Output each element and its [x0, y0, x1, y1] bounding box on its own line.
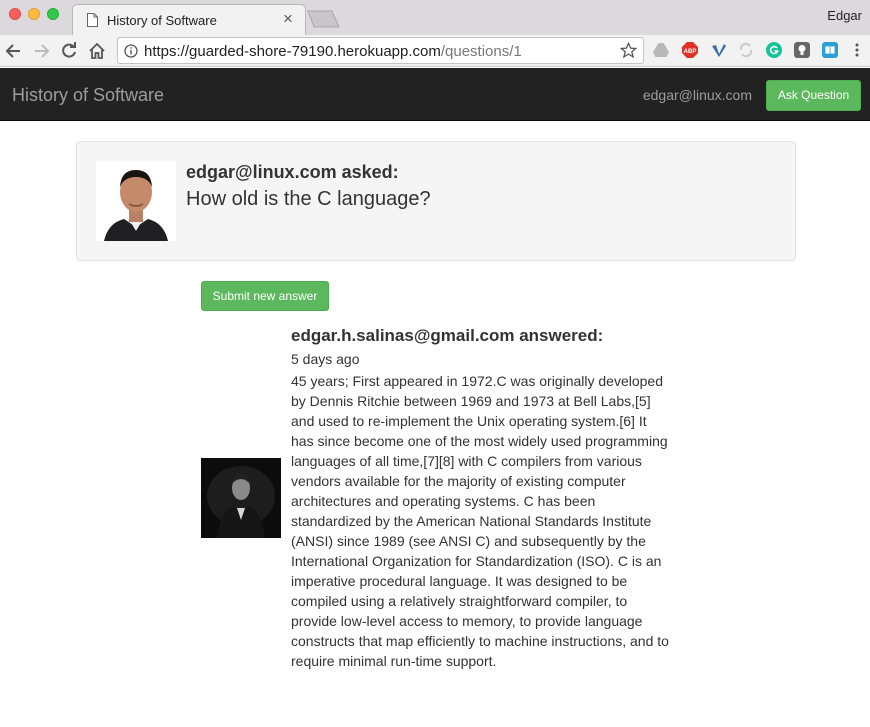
bulb-extension-icon[interactable] [794, 42, 810, 58]
new-tab-button[interactable] [306, 10, 340, 28]
page-icon [87, 13, 98, 27]
address-bar[interactable]: https://guarded-shore-79190.herokuapp.co… [117, 37, 644, 64]
window-minimize-button[interactable] [28, 8, 40, 20]
url-path: /questions/1 [440, 43, 522, 60]
ask-question-button[interactable]: Ask Question [766, 80, 861, 111]
answerer-name: edgar.h.salinas@gmail.com answered: [291, 326, 604, 345]
tab-close-icon[interactable]: × [283, 10, 293, 28]
browser-toolbar: https://guarded-shore-79190.herokuapp.co… [0, 35, 870, 67]
profile-name[interactable]: Edgar [827, 8, 862, 23]
app-navbar: History of Software edgar@linux.com Ask … [0, 68, 870, 121]
forward-icon[interactable] [31, 41, 51, 61]
answerer-avatar [201, 458, 281, 538]
question-panel: edgar@linux.com asked: How old is the C … [76, 141, 796, 261]
vimeo-extension-icon[interactable] [711, 42, 727, 58]
bookmark-star-icon[interactable] [620, 42, 637, 59]
question-text: How old is the C language? [186, 188, 431, 210]
back-icon[interactable] [4, 41, 24, 61]
answer-body: 45 years; First appeared in 1972.C was o… [291, 373, 669, 669]
brand-link[interactable]: History of Software [12, 85, 164, 106]
current-user-email[interactable]: edgar@linux.com [643, 87, 752, 103]
svg-text:ABP: ABP [684, 49, 697, 55]
reload-icon[interactable] [59, 41, 79, 61]
adblock-extension-icon[interactable]: ABP [682, 42, 698, 58]
url-base: https://guarded-shore-79190.herokuapp.co… [144, 43, 441, 60]
info-icon[interactable] [124, 44, 138, 58]
question-asker: edgar@linux.com asked: [186, 162, 399, 182]
home-icon[interactable] [87, 41, 107, 61]
url-text[interactable]: https://guarded-shore-79190.herokuapp.co… [144, 43, 522, 60]
reader-extension-icon[interactable] [822, 42, 838, 58]
asker-avatar [96, 161, 176, 241]
browser-tab[interactable]: History of Software × [72, 4, 306, 35]
browser-titlebar: History of Software × Edgar [0, 0, 870, 35]
window-close-button[interactable] [9, 8, 21, 20]
sync-extension-icon[interactable] [738, 42, 754, 58]
answer-timestamp: 5 days ago [291, 351, 360, 367]
drive-extension-icon[interactable] [653, 42, 669, 58]
grammarly-extension-icon[interactable] [766, 42, 782, 58]
tab-title: History of Software [107, 13, 217, 28]
menu-icon[interactable] [849, 42, 865, 58]
window-maximize-button[interactable] [47, 8, 59, 20]
submit-answer-button[interactable]: Submit new answer [201, 281, 329, 311]
